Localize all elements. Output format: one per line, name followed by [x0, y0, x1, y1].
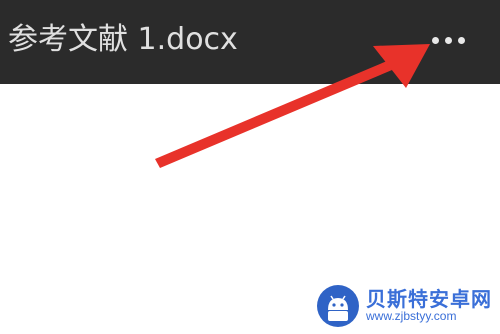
more-dot-icon — [444, 36, 452, 44]
more-options-button[interactable] — [420, 22, 476, 58]
watermark: 贝斯特安卓网 www.zjbstyy.com — [316, 284, 492, 328]
top-bar: 参考文献 1.docx — [0, 0, 500, 84]
document-viewer-screen: 参考文献 1.docx 贝斯特安卓网 www.zjbstyy.com — [0, 0, 500, 334]
watermark-url: www.zjbstyy.com — [366, 309, 457, 324]
watermark-name: 贝斯特安卓网 — [366, 287, 492, 312]
more-dot-icon — [431, 36, 439, 44]
document-title: 参考文献 1.docx — [8, 22, 238, 57]
android-robot-logo-icon — [317, 285, 359, 327]
more-dot-icon — [457, 36, 465, 44]
